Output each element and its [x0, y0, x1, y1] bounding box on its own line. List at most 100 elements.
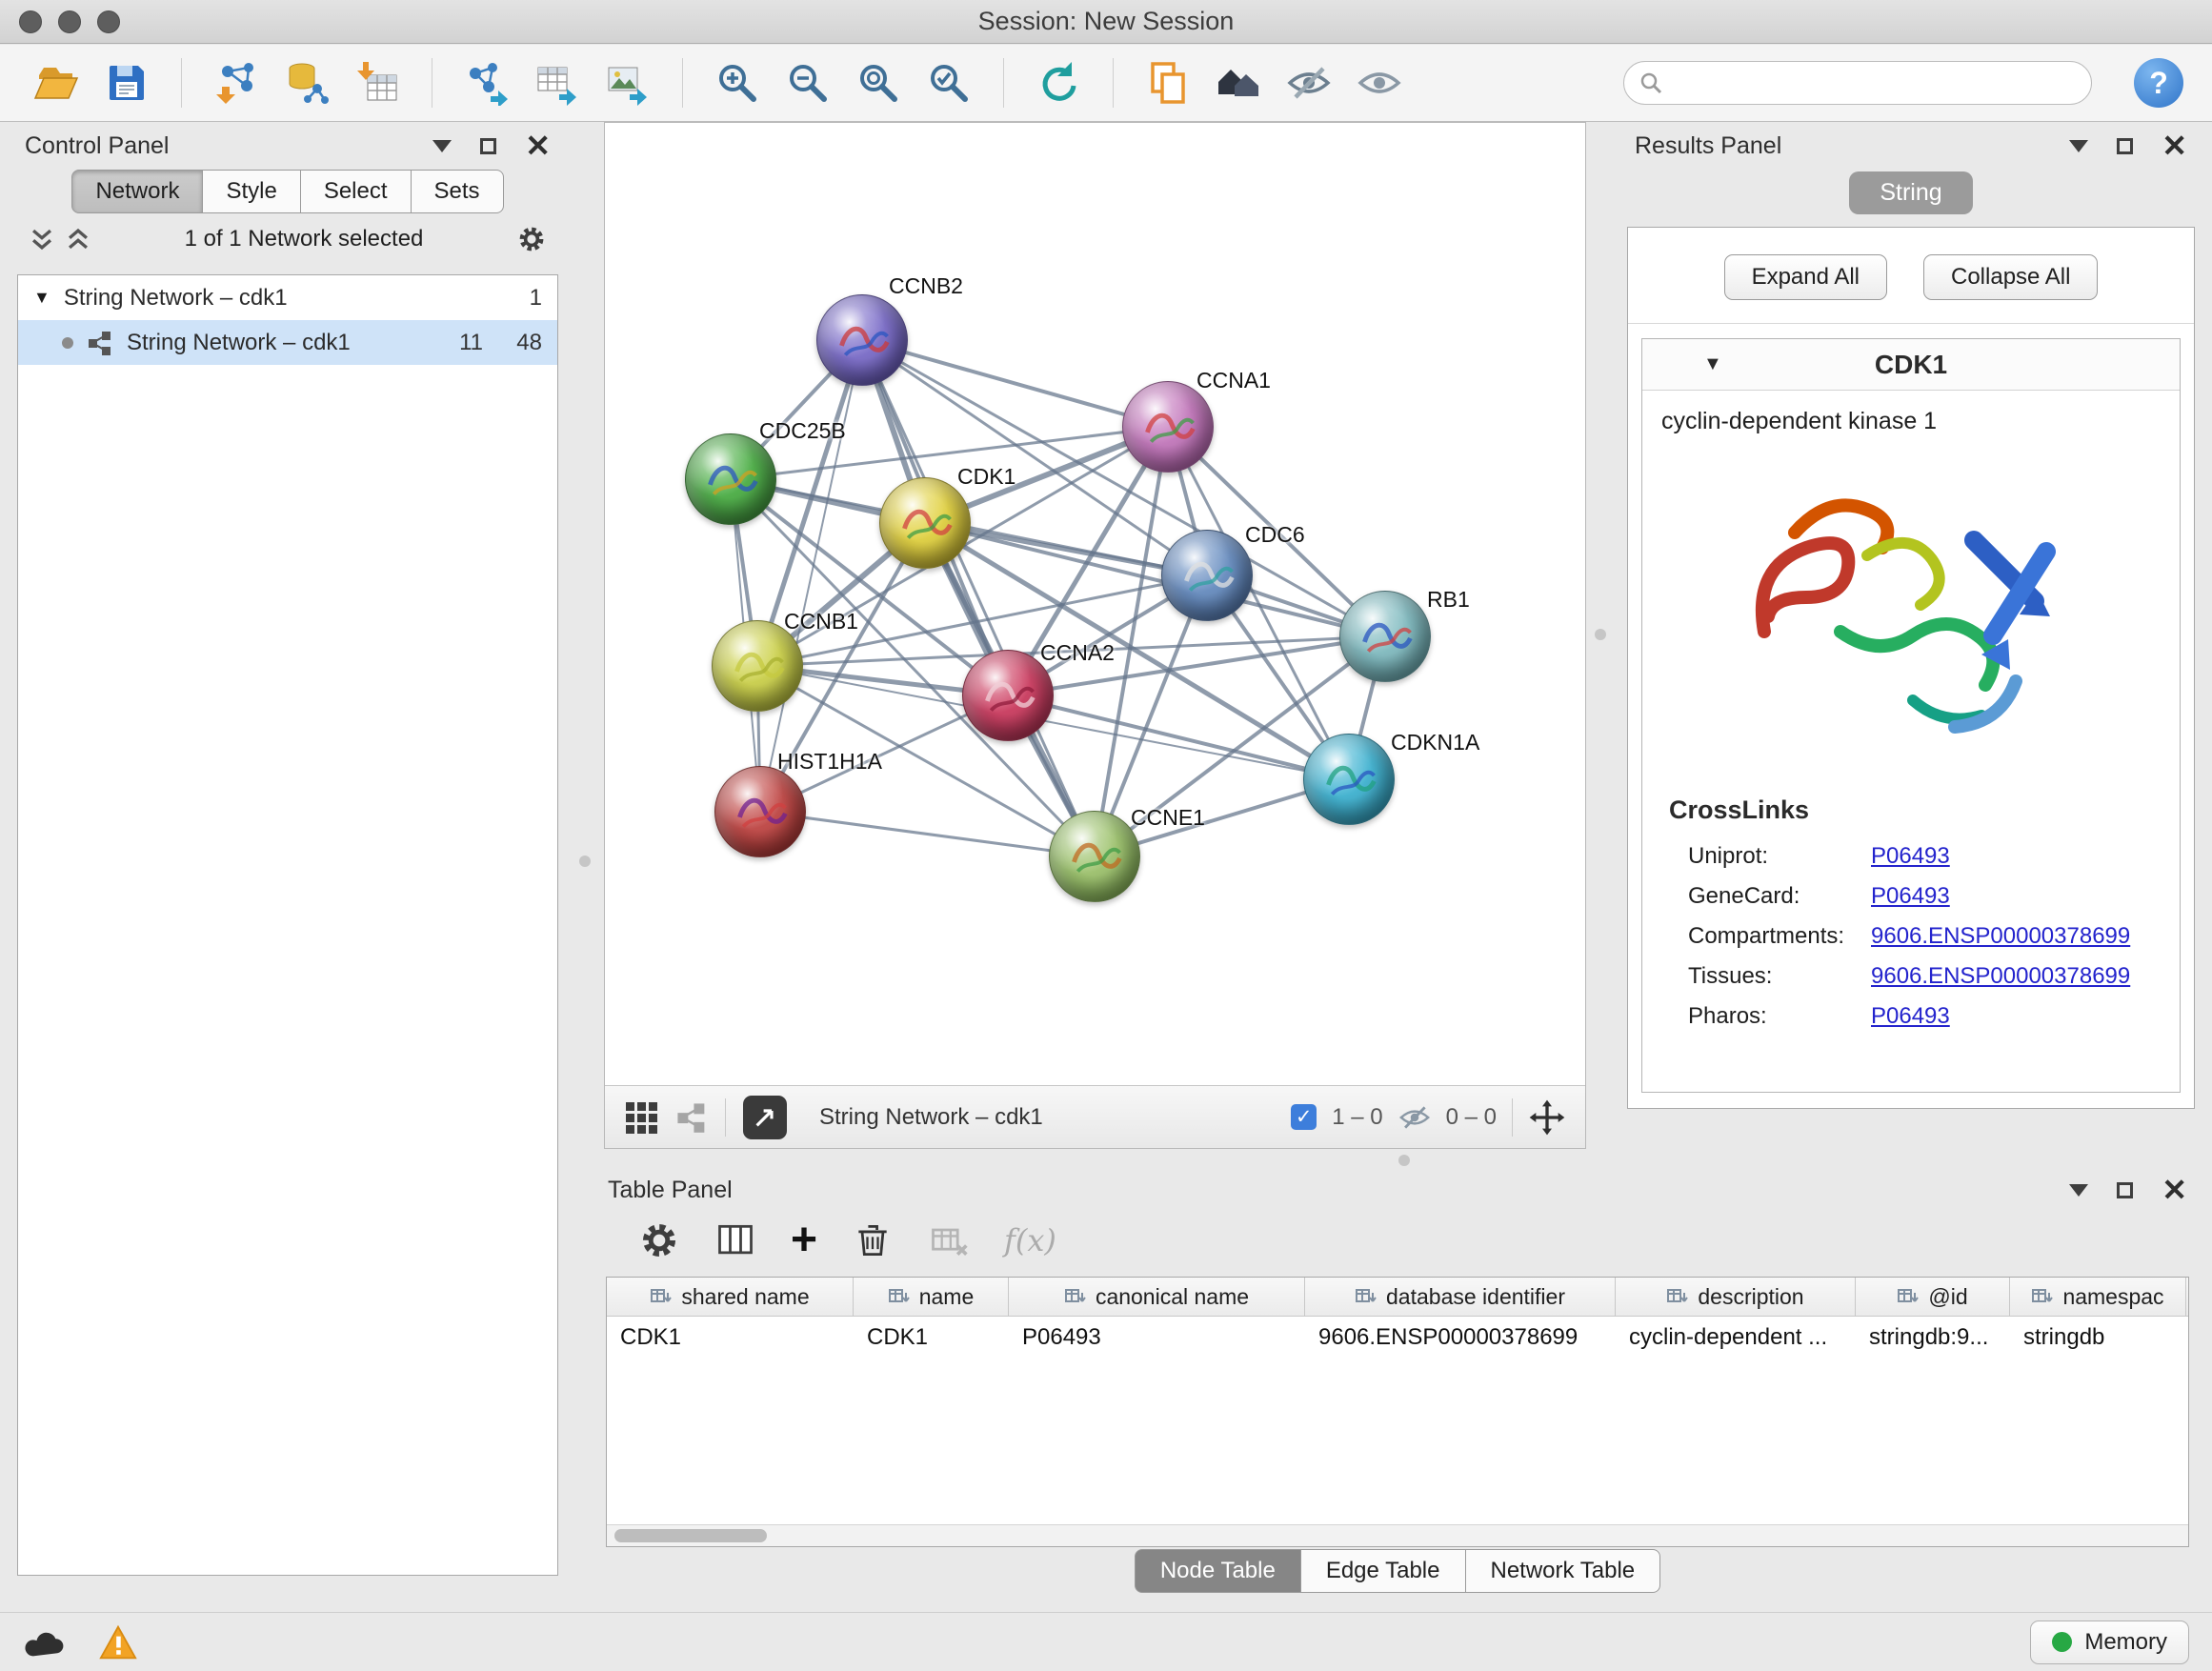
- gear-icon[interactable]: [516, 224, 547, 254]
- table-cell[interactable]: CDK1: [854, 1317, 1009, 1359]
- column-header-description[interactable]: description: [1616, 1278, 1856, 1316]
- zoom-selected-button[interactable]: [921, 55, 976, 111]
- network-node-cdc6[interactable]: [1161, 530, 1253, 621]
- birds-eye-view-button[interactable]: [743, 1096, 787, 1139]
- add-column-icon[interactable]: +: [791, 1218, 817, 1263]
- tab-sets[interactable]: Sets: [412, 170, 504, 213]
- select-columns-icon[interactable]: [714, 1219, 756, 1261]
- collapse-panel-icon[interactable]: [432, 140, 452, 152]
- collapse-all-icon[interactable]: [29, 226, 55, 252]
- table-cell[interactable]: CDK1: [607, 1317, 854, 1359]
- home-panel-button[interactable]: [1211, 55, 1266, 111]
- column-header-database-identifier[interactable]: database identifier: [1305, 1278, 1616, 1316]
- float-panel-icon[interactable]: [480, 138, 496, 154]
- export-network-button[interactable]: [459, 55, 514, 111]
- column-header-shared-name[interactable]: shared name: [607, 1278, 854, 1316]
- crosslink-value-link[interactable]: P06493: [1871, 843, 1950, 870]
- search-box[interactable]: [1623, 61, 2092, 105]
- import-network-database-button[interactable]: [279, 55, 334, 111]
- zoom-out-button[interactable]: [780, 55, 835, 111]
- crosslinks-list: Uniprot:P06493GeneCard:P06493Compartment…: [1642, 836, 2180, 1037]
- gene-section-header[interactable]: ▼ CDK1: [1642, 339, 2180, 391]
- network-canvas[interactable]: CCNB2CCNA1CDC25BCDK1CDC6RB1CCNB1CCNA2CDK…: [605, 123, 1585, 1085]
- network-selection-row: 1 of 1 Network selected: [10, 213, 566, 265]
- expand-all-button[interactable]: Expand All: [1724, 254, 1887, 300]
- horizontal-scrollbar[interactable]: [607, 1524, 2188, 1546]
- network-node-hist1h1a[interactable]: [714, 766, 806, 857]
- column-header--id[interactable]: @id: [1856, 1278, 2010, 1316]
- string-results-tab[interactable]: String: [1849, 171, 1972, 214]
- maximize-window-button[interactable]: [97, 10, 120, 33]
- horizontal-splitter-handle[interactable]: [1398, 1155, 1410, 1166]
- tab-edge-table[interactable]: Edge Table: [1301, 1549, 1466, 1593]
- zoom-in-button[interactable]: [710, 55, 765, 111]
- warning-icon[interactable]: [99, 1623, 137, 1661]
- close-panel-icon[interactable]: ✕: [2162, 1175, 2187, 1205]
- float-panel-icon[interactable]: [2117, 138, 2133, 154]
- crosslink-value-link[interactable]: P06493: [1871, 883, 1950, 910]
- minimize-window-button[interactable]: [58, 10, 81, 33]
- column-header-namespac[interactable]: namespac: [2010, 1278, 2186, 1316]
- collapse-panel-icon[interactable]: [2069, 140, 2088, 152]
- section-collapse-icon[interactable]: ▼: [1703, 353, 1722, 375]
- hidden-eye-icon[interactable]: [1398, 1101, 1431, 1134]
- expand-all-icon[interactable]: [65, 226, 91, 252]
- network-overview-icon[interactable]: [675, 1101, 708, 1134]
- export-table-button[interactable]: [530, 55, 585, 111]
- table-cell[interactable]: stringdb:9...: [1856, 1317, 2010, 1359]
- grid-view-icon[interactable]: [624, 1100, 658, 1135]
- table-cell[interactable]: stringdb: [2010, 1317, 2186, 1359]
- crosslink-value-link[interactable]: P06493: [1871, 1003, 1950, 1030]
- tab-network-table[interactable]: Network Table: [1466, 1549, 1661, 1593]
- cloud-icon[interactable]: [23, 1626, 67, 1659]
- import-table-file-button[interactable]: [350, 55, 405, 111]
- network-node-rb1[interactable]: [1339, 591, 1431, 682]
- close-panel-icon[interactable]: ✕: [525, 131, 551, 161]
- network-node-cdc25b[interactable]: [685, 433, 776, 525]
- column-header-canonical-name[interactable]: canonical name: [1009, 1278, 1305, 1316]
- tab-style[interactable]: Style: [203, 170, 300, 213]
- collapse-panel-icon[interactable]: [2069, 1184, 2088, 1197]
- scrollbar-thumb[interactable]: [614, 1529, 767, 1542]
- crosslink-value-link[interactable]: 9606.ENSP00000378699: [1871, 923, 2130, 950]
- table-cell[interactable]: P06493: [1009, 1317, 1305, 1359]
- column-header-name[interactable]: name: [854, 1278, 1009, 1316]
- tab-select[interactable]: Select: [301, 170, 412, 213]
- memory-button[interactable]: Memory: [2030, 1621, 2189, 1664]
- open-session-button[interactable]: [29, 55, 84, 111]
- crosslink-value-link[interactable]: 9606.ENSP00000378699: [1871, 963, 2130, 990]
- move-crosshair-icon[interactable]: [1528, 1098, 1566, 1137]
- vertical-splitter-handle[interactable]: [579, 856, 591, 867]
- tree-expand-icon[interactable]: ▼: [33, 288, 50, 308]
- network-node-cdkn1a[interactable]: [1303, 734, 1395, 825]
- show-graphics-button[interactable]: [1352, 55, 1407, 111]
- network-node-ccnb2[interactable]: [816, 294, 908, 386]
- help-button[interactable]: ?: [2134, 58, 2183, 108]
- network-node-cdk1[interactable]: [879, 477, 971, 569]
- collapse-all-button[interactable]: Collapse All: [1923, 254, 2098, 300]
- network-row-selected[interactable]: String Network – cdk1 11 48: [18, 320, 557, 365]
- network-node-ccne1[interactable]: [1049, 811, 1140, 902]
- vertical-splitter-handle[interactable]: [1595, 629, 1606, 640]
- export-image-button[interactable]: [600, 55, 655, 111]
- close-panel-icon[interactable]: ✕: [2162, 131, 2187, 161]
- table-row[interactable]: CDK1CDK1P064939606.ENSP00000378699cyclin…: [607, 1317, 2188, 1359]
- refresh-view-button[interactable]: [1031, 55, 1086, 111]
- save-session-button[interactable]: [99, 55, 154, 111]
- float-panel-icon[interactable]: [2117, 1182, 2133, 1198]
- close-window-button[interactable]: [19, 10, 42, 33]
- search-input[interactable]: [1672, 70, 2076, 96]
- trash-icon[interactable]: [852, 1219, 894, 1261]
- network-collection-row[interactable]: ▼ String Network – cdk1 1: [18, 275, 557, 320]
- tab-network[interactable]: Network: [71, 170, 203, 213]
- table-settings-gear-icon[interactable]: [638, 1219, 680, 1261]
- hide-graphics-button[interactable]: [1281, 55, 1337, 111]
- table-cell[interactable]: 9606.ENSP00000378699: [1305, 1317, 1616, 1359]
- import-network-file-button[interactable]: [209, 55, 264, 111]
- selected-checkbox-icon[interactable]: ✓: [1291, 1104, 1317, 1130]
- zoom-fit-button[interactable]: [851, 55, 906, 111]
- clone-session-button[interactable]: [1140, 55, 1196, 111]
- network-node-ccna1[interactable]: [1122, 381, 1214, 473]
- tab-node-table[interactable]: Node Table: [1135, 1549, 1301, 1593]
- table-cell[interactable]: cyclin-dependent ...: [1616, 1317, 1856, 1359]
